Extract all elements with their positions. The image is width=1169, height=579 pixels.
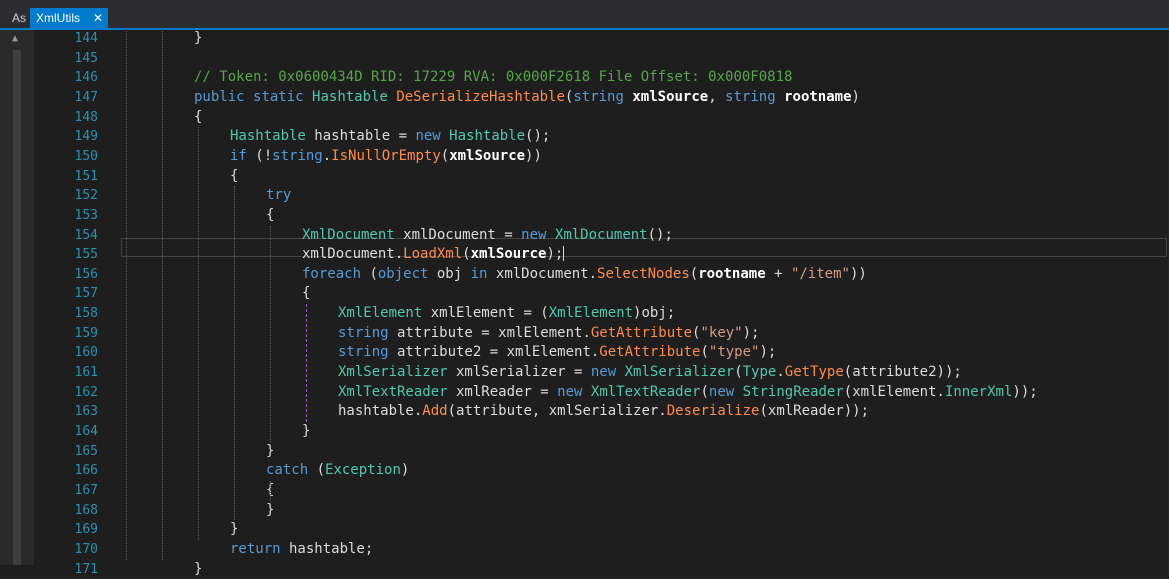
code-line[interactable]: 150 if (!string.IsNullOrEmpty(xmlSource)): [0, 147, 1169, 167]
line-number: 159: [74, 325, 98, 341]
line-number: 160: [74, 345, 98, 361]
code-line[interactable]: 159 string attribute = xmlElement.GetAttr…: [0, 324, 1169, 344]
line-number: 151: [74, 168, 98, 184]
line-number: 157: [74, 286, 98, 302]
code-text: return hashtable;: [230, 540, 374, 557]
code-text: }: [194, 30, 203, 46]
code-text: }: [266, 442, 275, 459]
line-number: 147: [74, 89, 98, 105]
code-line[interactable]: 149 Hashtable hashtable = new Hashtable()…: [0, 127, 1169, 147]
code-text: }: [230, 521, 239, 538]
code-text: }: [266, 501, 275, 518]
line-number: 155: [74, 247, 98, 263]
code-line[interactable]: 148 {: [0, 108, 1169, 128]
line-number: 168: [74, 502, 98, 518]
line-number: 154: [74, 227, 98, 243]
code-text: XmlSerializer xmlSerializer = new XmlSer…: [338, 364, 962, 381]
code-text: }: [302, 423, 311, 439]
code-text: string attribute2 = xmlElement.GetAttrib…: [338, 344, 777, 361]
indent-guide: [270, 480, 271, 501]
line-number: 150: [74, 148, 98, 164]
line-number: 167: [74, 482, 98, 498]
code-line[interactable]: 170 return hashtable;: [0, 540, 1169, 560]
code-line[interactable]: 157 {: [0, 284, 1169, 304]
code-text: XmlElement xmlElement = (XmlElement)obj;: [338, 305, 676, 322]
code-text: {: [266, 206, 275, 223]
code-line[interactable]: 154 XmlDocument xmlDocument = new XmlDocu…: [0, 226, 1169, 246]
code-line[interactable]: 145: [0, 49, 1169, 69]
line-number: 152: [74, 188, 98, 204]
line-number: 148: [74, 109, 98, 125]
code-text: string attribute = xmlElement.GetAttribu…: [338, 324, 760, 341]
code-line[interactable]: 166 catch (Exception): [0, 461, 1169, 481]
line-number: 153: [74, 207, 98, 223]
code-text: try: [266, 187, 292, 204]
indent-guide: [234, 186, 235, 521]
code-line[interactable]: 161 XmlSerializer xmlSerializer = new Xml…: [0, 363, 1169, 383]
line-number: 166: [74, 463, 98, 479]
indent-guide: [306, 304, 307, 422]
code-line[interactable]: 152 try: [0, 186, 1169, 206]
line-number: 146: [74, 70, 98, 86]
line-number: 162: [74, 384, 98, 400]
code-text: xmlDocument.LoadXml(xmlSource);: [302, 246, 565, 263]
line-number: 165: [74, 443, 98, 459]
code-text: hashtable.Add(attribute, xmlSerializer.D…: [338, 403, 870, 420]
code-text: public static Hashtable DeSerializeHasht…: [194, 88, 860, 105]
line-number: 164: [74, 424, 98, 439]
text-caret: [563, 246, 565, 262]
code-line[interactable]: 153 {: [0, 206, 1169, 226]
code-line[interactable]: 168}: [0, 501, 1169, 521]
line-number: 158: [74, 306, 98, 322]
line-number: 169: [74, 522, 98, 538]
code-text: // Token: 0x0600434D RID: 17229 RVA: 0x0…: [194, 69, 793, 86]
line-number: 145: [74, 50, 98, 66]
code-text: XmlDocument xmlDocument = new XmlDocumen…: [302, 226, 673, 243]
indent-guide: [162, 29, 163, 560]
indent-guide: [126, 29, 127, 560]
code-line[interactable]: 165}: [0, 442, 1169, 462]
code-text: if (!string.IsNullOrEmpty(xmlSource)): [230, 147, 542, 164]
line-number: 161: [74, 365, 98, 381]
line-number: 170: [74, 541, 98, 557]
code-line[interactable]: 146 // Token: 0x0600434D RID: 17229 RVA: …: [0, 68, 1169, 88]
code-text: XmlTextReader xmlReader = new XmlTextRea…: [338, 383, 1038, 400]
code-line[interactable]: 151 {: [0, 167, 1169, 187]
code-line[interactable]: 169}: [0, 520, 1169, 540]
code-text: {: [230, 167, 239, 184]
code-line[interactable]: 160 string attribute2 = xmlElement.GetAtt…: [0, 343, 1169, 363]
line-number: 163: [74, 404, 98, 420]
code-line[interactable]: 147 public static Hashtable DeSerializeHa…: [0, 88, 1169, 108]
code-line[interactable]: 158 XmlElement xmlElement = (XmlElement)o…: [0, 304, 1169, 324]
code-text: catch (Exception): [266, 462, 410, 479]
line-number: 156: [74, 266, 98, 282]
code-line[interactable]: 156 foreach (object obj in xmlDocument.Se…: [0, 265, 1169, 285]
code-text: }: [194, 560, 203, 577]
code-text: {: [194, 108, 203, 125]
code-line[interactable]: 164}: [0, 422, 1169, 442]
line-number: 144: [74, 31, 98, 46]
code-line[interactable]: 171}: [0, 560, 1169, 579]
line-number: 171: [74, 561, 98, 577]
code-text: foreach (object obj in xmlDocument.Selec…: [302, 265, 867, 282]
code-line[interactable]: 167{: [0, 481, 1169, 501]
code-line[interactable]: 162 XmlTextReader xmlReader = new XmlText…: [0, 383, 1169, 403]
indent-guide: [270, 225, 271, 442]
code-editor[interactable]: 144} 145 146// Token: 0x0600434D RID: 1722…: [0, 0, 1169, 577]
code-text: {: [302, 285, 311, 302]
indent-guide: [198, 127, 199, 540]
code-line[interactable]: 155 xmlDocument.LoadXml(xmlSource);: [0, 245, 1169, 265]
code-line[interactable]: 144}: [0, 29, 1169, 49]
code-text: Hashtable hashtable = new Hashtable();: [230, 128, 551, 145]
code-line[interactable]: 163 hashtable.Add(attribute, xmlSerialize…: [0, 402, 1169, 422]
line-number: 149: [74, 129, 98, 145]
